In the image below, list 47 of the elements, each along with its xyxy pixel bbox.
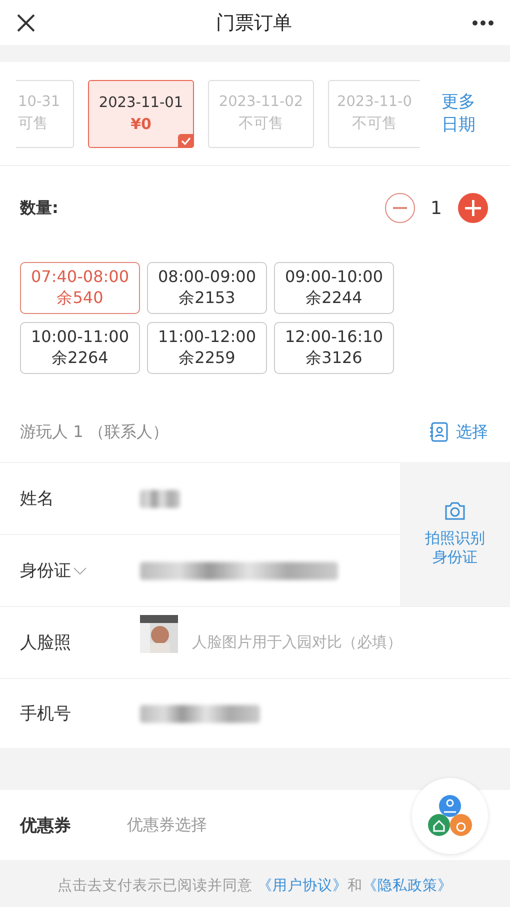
coupon-select[interactable]: 优惠券选择 bbox=[127, 814, 207, 836]
field-label: 姓名 bbox=[20, 488, 55, 510]
date-text: 10-31 bbox=[18, 94, 60, 110]
time-slot-button[interactable]: 08:00-09:00 余2153 bbox=[147, 262, 267, 314]
time-slot-button[interactable]: 11:00-12:00 余2259 bbox=[147, 322, 267, 374]
date-card[interactable]: 2023-11-01 ¥0 bbox=[88, 80, 194, 148]
user-agreement-link[interactable]: 《用户协议》 bbox=[257, 878, 348, 894]
quantity-value: 1 bbox=[430, 198, 442, 218]
page-title: 门票订单 bbox=[216, 10, 292, 36]
time-slot-button[interactable]: 12:00-16:10 余3126 bbox=[274, 322, 394, 374]
privacy-policy-link[interactable]: 《隐私政策》 bbox=[362, 878, 452, 894]
select-contact-button[interactable]: 选择 bbox=[430, 422, 488, 442]
field-label: 人脸照 bbox=[20, 632, 72, 654]
photo-hint: 人脸图片用于入园对比（必填） bbox=[192, 633, 402, 652]
status-text: 不可售 bbox=[352, 114, 397, 133]
status-text: 不可售 bbox=[238, 114, 284, 133]
close-icon[interactable] bbox=[16, 12, 36, 32]
more-icon[interactable] bbox=[472, 20, 494, 26]
date-card[interactable]: 2023-11-0 不可售 bbox=[328, 80, 420, 148]
service-icon bbox=[427, 793, 473, 839]
quantity-label: 数量: bbox=[20, 198, 58, 218]
price-text: ¥0 bbox=[130, 114, 152, 132]
date-card[interactable]: 10-31 可售 bbox=[16, 80, 74, 148]
coupon-label: 优惠券 bbox=[20, 814, 72, 836]
more-dates-button[interactable]: 更多日期 bbox=[440, 91, 478, 136]
field-label: 手机号 bbox=[20, 703, 72, 725]
chevron-down-icon[interactable] bbox=[73, 566, 87, 574]
date-text: 2023-11-0 bbox=[336, 94, 412, 110]
field-label: 身份证 bbox=[20, 559, 140, 582]
minus-button[interactable] bbox=[384, 193, 415, 223]
time-slot-button[interactable]: 10:00-11:00 余2264 bbox=[20, 322, 140, 374]
camera-icon bbox=[444, 500, 466, 520]
contact-card-icon bbox=[430, 422, 448, 442]
status-text: 可售 bbox=[18, 114, 48, 133]
plus-icon bbox=[465, 200, 481, 216]
date-card[interactable]: 2023-11-02 不可售 bbox=[208, 80, 314, 148]
check-icon bbox=[178, 134, 194, 148]
visitor-title: 游玩人 1 （联系人） bbox=[20, 422, 168, 442]
date-text: 2023-11-02 bbox=[218, 94, 304, 110]
minus-icon bbox=[392, 207, 407, 209]
blurred-value bbox=[140, 490, 180, 508]
agreement-text: 点击去支付表示已阅读并同意 《用户协议》和《隐私政策》 bbox=[56, 876, 454, 895]
date-text: 2023-11-01 bbox=[98, 94, 184, 110]
scan-id-button[interactable]: 拍照识别身份证 bbox=[400, 462, 510, 606]
time-slot-button[interactable]: 07:40-08:00 余540 bbox=[20, 262, 140, 314]
time-slot-button[interactable]: 09:00-10:00 余2244 bbox=[274, 262, 394, 314]
plus-button[interactable] bbox=[458, 193, 488, 223]
